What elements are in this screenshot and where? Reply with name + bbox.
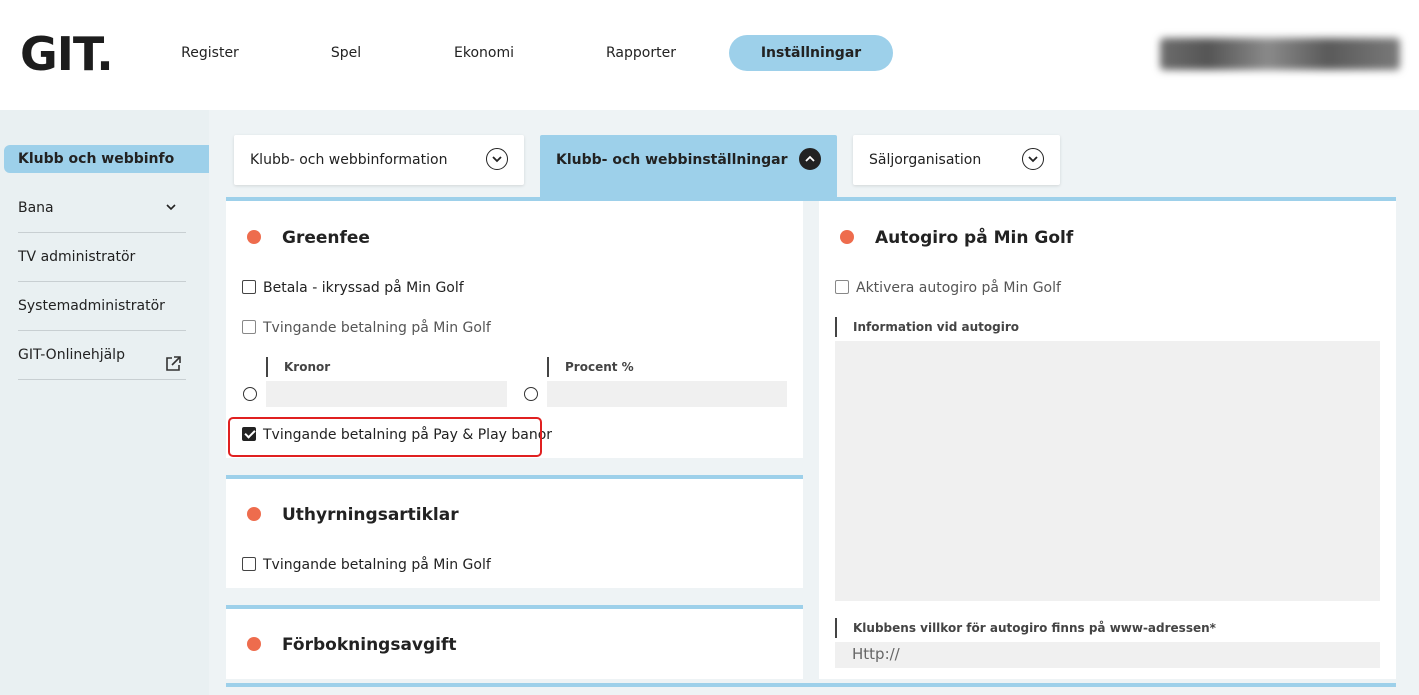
status-dot — [247, 637, 261, 651]
procent-label: Procent % — [547, 357, 634, 377]
chevron-up-icon[interactable] — [799, 148, 821, 170]
prebooking-title: Förbokningsavgift — [282, 635, 457, 655]
status-dot — [840, 230, 854, 244]
procent-radio[interactable] — [524, 387, 538, 401]
tab-label: Säljorganisation — [869, 152, 982, 168]
git-logo[interactable]: GIT. — [20, 27, 114, 81]
tab-label: Klubb- och webbinformation — [250, 152, 448, 168]
sidebar-item-tv-administrator[interactable]: TV administratör — [18, 233, 186, 282]
autogiro-title: Autogiro på Min Golf — [875, 228, 1074, 248]
sidebar-item-systemadministrator[interactable]: Systemadministratör — [18, 282, 186, 331]
greenfee-title: Greenfee — [282, 228, 370, 248]
autogiro-terms-label: Klubbens villkor för autogiro finns på w… — [835, 618, 1216, 638]
tab-saljorganisation[interactable]: Säljorganisation — [853, 135, 1060, 185]
autogiro-activate-row[interactable]: Aktivera autogiro på Min Golf — [835, 278, 1061, 298]
external-link-icon — [164, 345, 182, 371]
checkbox[interactable] — [242, 320, 256, 334]
checkbox-label: Aktivera autogiro på Min Golf — [856, 280, 1061, 296]
kronor-label: Kronor — [266, 357, 330, 377]
user-account-blurred[interactable] — [1160, 38, 1400, 70]
url-placeholder: Http:// — [852, 645, 900, 663]
status-dot — [247, 507, 261, 521]
checkbox[interactable] — [242, 280, 256, 294]
checkbox-label: Tvingande betalning på Min Golf — [263, 320, 491, 336]
rental-title: Uthyrningsartiklar — [282, 505, 459, 525]
greenfee-pay-checked-row[interactable]: Betala - ikryssad på Min Golf — [242, 278, 464, 298]
sidebar: Klubb och webbinfo Bana TV administratör… — [0, 110, 209, 695]
tab-klubb-och-webbinstallningar[interactable]: Klubb- och webbinställningar — [540, 135, 837, 199]
sidebar-item-label: Systemadministratör — [18, 298, 165, 314]
checkbox[interactable] — [242, 557, 256, 571]
chevron-down-icon — [166, 184, 176, 232]
bottom-strip — [226, 683, 1396, 687]
rental-force-min-golf-row[interactable]: Tvingande betalning på Min Golf — [242, 555, 491, 575]
sidebar-item-label: TV administratör — [18, 249, 136, 265]
sidebar-item-git-onlinehjalp[interactable]: GIT-Onlinehjälp — [18, 331, 186, 380]
sidebar-item-label: Bana — [18, 200, 54, 216]
greenfee-force-min-golf-row[interactable]: Tvingande betalning på Min Golf — [242, 318, 491, 338]
nav-rapporter[interactable]: Rapporter — [596, 35, 686, 71]
chevron-down-icon[interactable] — [486, 148, 508, 170]
tab-label: Klubb- och webbinställningar — [556, 152, 788, 168]
procent-input[interactable] — [547, 381, 787, 407]
status-dot — [247, 230, 261, 244]
sidebar-item-label: GIT-Onlinehjälp — [18, 347, 125, 363]
nav-register[interactable]: Register — [170, 35, 250, 71]
kronor-input[interactable] — [266, 381, 507, 407]
nav-spel[interactable]: Spel — [316, 35, 376, 71]
checkbox-label: Tvingande betalning på Min Golf — [263, 557, 491, 573]
checkbox[interactable] — [835, 280, 849, 294]
nav-installningar[interactable]: Inställningar — [729, 35, 893, 71]
sidebar-item-klubb-och-webbinfo[interactable]: Klubb och webbinfo — [4, 145, 209, 173]
kronor-radio[interactable] — [243, 387, 257, 401]
sidebar-item-bana[interactable]: Bana — [18, 184, 186, 233]
tab-klubb-och-webbinformation[interactable]: Klubb- och webbinformation — [234, 135, 524, 185]
autogiro-info-textarea[interactable] — [835, 341, 1380, 601]
chevron-down-icon[interactable] — [1022, 148, 1044, 170]
nav-ekonomi[interactable]: Ekonomi — [444, 35, 524, 71]
highlight-box — [228, 417, 542, 457]
autogiro-url-input[interactable] — [835, 642, 1380, 668]
checkbox-label: Betala - ikryssad på Min Golf — [263, 280, 464, 296]
autogiro-info-label: Information vid autogiro — [835, 317, 1019, 337]
top-bar: GIT. Register Spel Ekonomi Rapporter Ins… — [0, 0, 1419, 110]
